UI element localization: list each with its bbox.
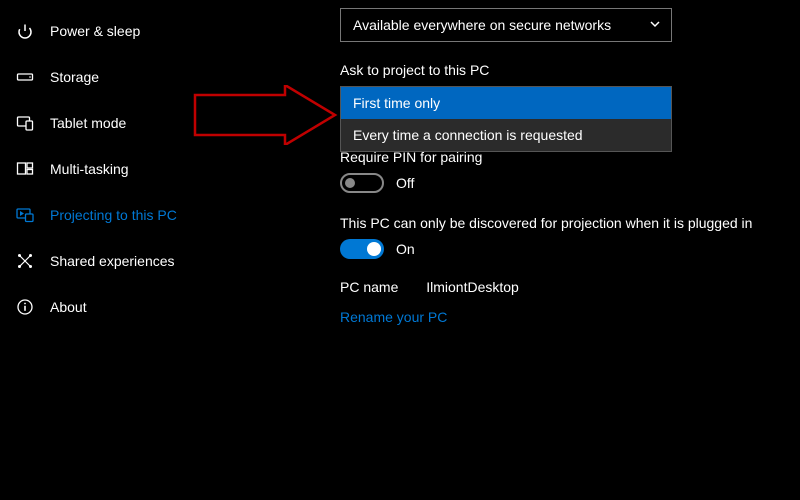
sidebar-item-shared-experiences[interactable]: Shared experiences [0, 238, 260, 284]
tablet-icon [14, 112, 36, 134]
sidebar-item-power-sleep[interactable]: Power & sleep [0, 8, 260, 54]
dropdown-selected-label: Available everywhere on secure networks [353, 17, 611, 33]
sidebar-item-multitasking[interactable]: Multi-tasking [0, 146, 260, 192]
sidebar-item-label: Storage [50, 69, 99, 85]
sidebar-item-tablet-mode[interactable]: Tablet mode [0, 100, 260, 146]
option-label: First time only [353, 95, 440, 111]
pc-name-value: IlmiontDesktop [426, 279, 519, 295]
toggle-knob [345, 178, 355, 188]
storage-icon [14, 66, 36, 88]
chevron-down-icon [649, 17, 661, 33]
sidebar-item-label: Tablet mode [50, 115, 126, 131]
settings-content: Available everywhere on secure networks … [340, 0, 800, 325]
ask-project-label: Ask to project to this PC [340, 62, 800, 78]
availability-dropdown[interactable]: Available everywhere on secure networks [340, 8, 672, 42]
shared-icon [14, 250, 36, 272]
ask-project-dropdown[interactable]: First time only Every time a connection … [340, 86, 672, 152]
multitasking-icon [14, 158, 36, 180]
sidebar-item-label: Shared experiences [50, 253, 175, 269]
require-pin-toggle[interactable] [340, 173, 384, 193]
sidebar-item-projecting[interactable]: Projecting to this PC [0, 192, 260, 238]
dropdown-option-first-time[interactable]: First time only [341, 87, 671, 119]
info-icon [14, 296, 36, 318]
toggle-state-label: On [396, 241, 415, 257]
projecting-icon [14, 204, 36, 226]
power-icon [14, 20, 36, 42]
discover-label: This PC can only be discovered for proje… [340, 215, 800, 231]
sidebar-item-storage[interactable]: Storage [0, 54, 260, 100]
link-text: Rename your PC [340, 309, 447, 325]
dropdown-option-every-time[interactable]: Every time a connection is requested [341, 119, 671, 151]
option-label: Every time a connection is requested [353, 127, 583, 143]
rename-pc-link[interactable]: Rename your PC [340, 309, 800, 325]
pc-name-label: PC name [340, 279, 398, 295]
toggle-knob [367, 242, 381, 256]
sidebar-item-label: Projecting to this PC [50, 207, 177, 223]
sidebar-item-label: Power & sleep [50, 23, 140, 39]
discover-toggle[interactable] [340, 239, 384, 259]
sidebar-item-label: About [50, 299, 87, 315]
settings-sidebar: Power & sleep Storage Tablet mode [0, 0, 260, 330]
sidebar-item-label: Multi-tasking [50, 161, 129, 177]
sidebar-item-about[interactable]: About [0, 284, 260, 330]
toggle-state-label: Off [396, 175, 414, 191]
